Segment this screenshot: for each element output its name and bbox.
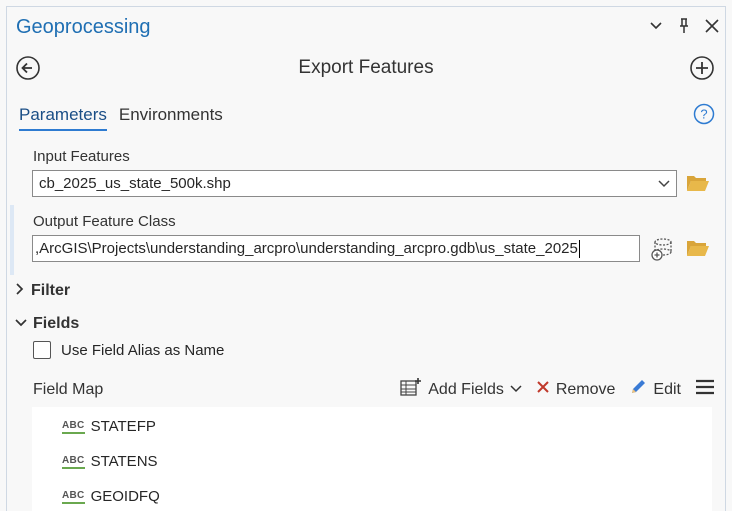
tab-parameters[interactable]: Parameters <box>19 105 107 131</box>
text-field-type-icon: ABC <box>62 455 85 469</box>
remove-x-icon <box>536 380 550 399</box>
menu-icon[interactable] <box>695 379 715 400</box>
active-parameter-indicator <box>10 205 14 275</box>
text-cursor <box>578 239 580 258</box>
database-icon[interactable] <box>650 237 674 266</box>
fields-section-header[interactable]: Fields <box>15 315 79 333</box>
text-field-type-icon: ABC <box>62 420 85 434</box>
folder-icon[interactable] <box>686 238 710 263</box>
chevron-down-icon <box>510 381 522 399</box>
output-feature-class-value: ,ArcGIS\Projects\understanding_arcpro\un… <box>35 240 578 257</box>
pencil-icon <box>629 378 647 401</box>
add-table-icon <box>400 377 422 402</box>
edit-label: Edit <box>653 380 681 398</box>
input-features-dropdown[interactable]: cb_2025_us_state_500k.shp <box>32 170 677 197</box>
field-name: STATEFP <box>90 418 156 435</box>
output-feature-class-label: Output Feature Class <box>33 213 176 230</box>
tool-title: Export Features <box>298 57 434 78</box>
add-icon[interactable] <box>689 55 715 86</box>
field-name: GEOIDFQ <box>90 488 160 505</box>
output-feature-class-input[interactable]: ,ArcGIS\Projects\understanding_arcpro\un… <box>32 235 640 262</box>
pin-icon[interactable] <box>677 17 691 35</box>
help-icon[interactable]: ? <box>693 103 715 130</box>
input-features-label: Input Features <box>33 148 130 165</box>
chevron-right-icon <box>15 282 25 300</box>
use-field-alias-label: Use Field Alias as Name <box>61 341 225 359</box>
pane-title: Geoprocessing <box>16 16 151 38</box>
field-name: STATENS <box>90 453 158 470</box>
remove-label: Remove <box>555 380 616 398</box>
field-map-label: Field Map <box>33 381 104 398</box>
list-item[interactable]: ABC GEOIDFQ <box>62 488 160 505</box>
use-field-alias-row[interactable]: Use Field Alias as Name <box>33 341 224 359</box>
use-field-alias-checkbox[interactable] <box>33 341 51 359</box>
tab-environments[interactable]: Environments <box>119 105 223 131</box>
pane-title-bar: Geoprocessing <box>7 7 725 45</box>
tool-header: Export Features <box>7 53 725 85</box>
input-features-value: cb_2025_us_state_500k.shp <box>39 175 231 192</box>
field-map-list: ABC STATEFP ABC STATENS ABC GEOIDFQ <box>32 407 712 511</box>
add-fields-label: Add Fields <box>428 380 504 398</box>
chevron-down-icon[interactable] <box>649 17 663 35</box>
chevron-down-icon <box>15 315 27 333</box>
edit-button[interactable]: Edit <box>629 378 681 401</box>
list-item[interactable]: ABC STATENS <box>62 453 158 470</box>
filter-section-header[interactable]: Filter <box>15 282 70 300</box>
text-field-type-icon: ABC <box>62 490 85 504</box>
filter-section-label: Filter <box>31 282 71 299</box>
tab-strip: Parameters Environments <box>19 105 223 131</box>
list-item[interactable]: ABC STATEFP <box>62 418 156 435</box>
remove-button[interactable]: Remove <box>536 380 616 399</box>
folder-icon[interactable] <box>686 173 710 198</box>
field-map-toolbar: Add Fields Remove Edit <box>400 377 715 402</box>
chevron-down-icon <box>658 176 670 194</box>
pane-controls <box>649 17 719 35</box>
geoprocessing-pane: Geoprocessing Export Features Parameters… <box>6 6 726 511</box>
close-icon[interactable] <box>705 17 719 35</box>
svg-text:?: ? <box>700 107 707 122</box>
fields-section-label: Fields <box>33 315 80 332</box>
add-fields-button[interactable]: Add Fields <box>400 377 522 402</box>
